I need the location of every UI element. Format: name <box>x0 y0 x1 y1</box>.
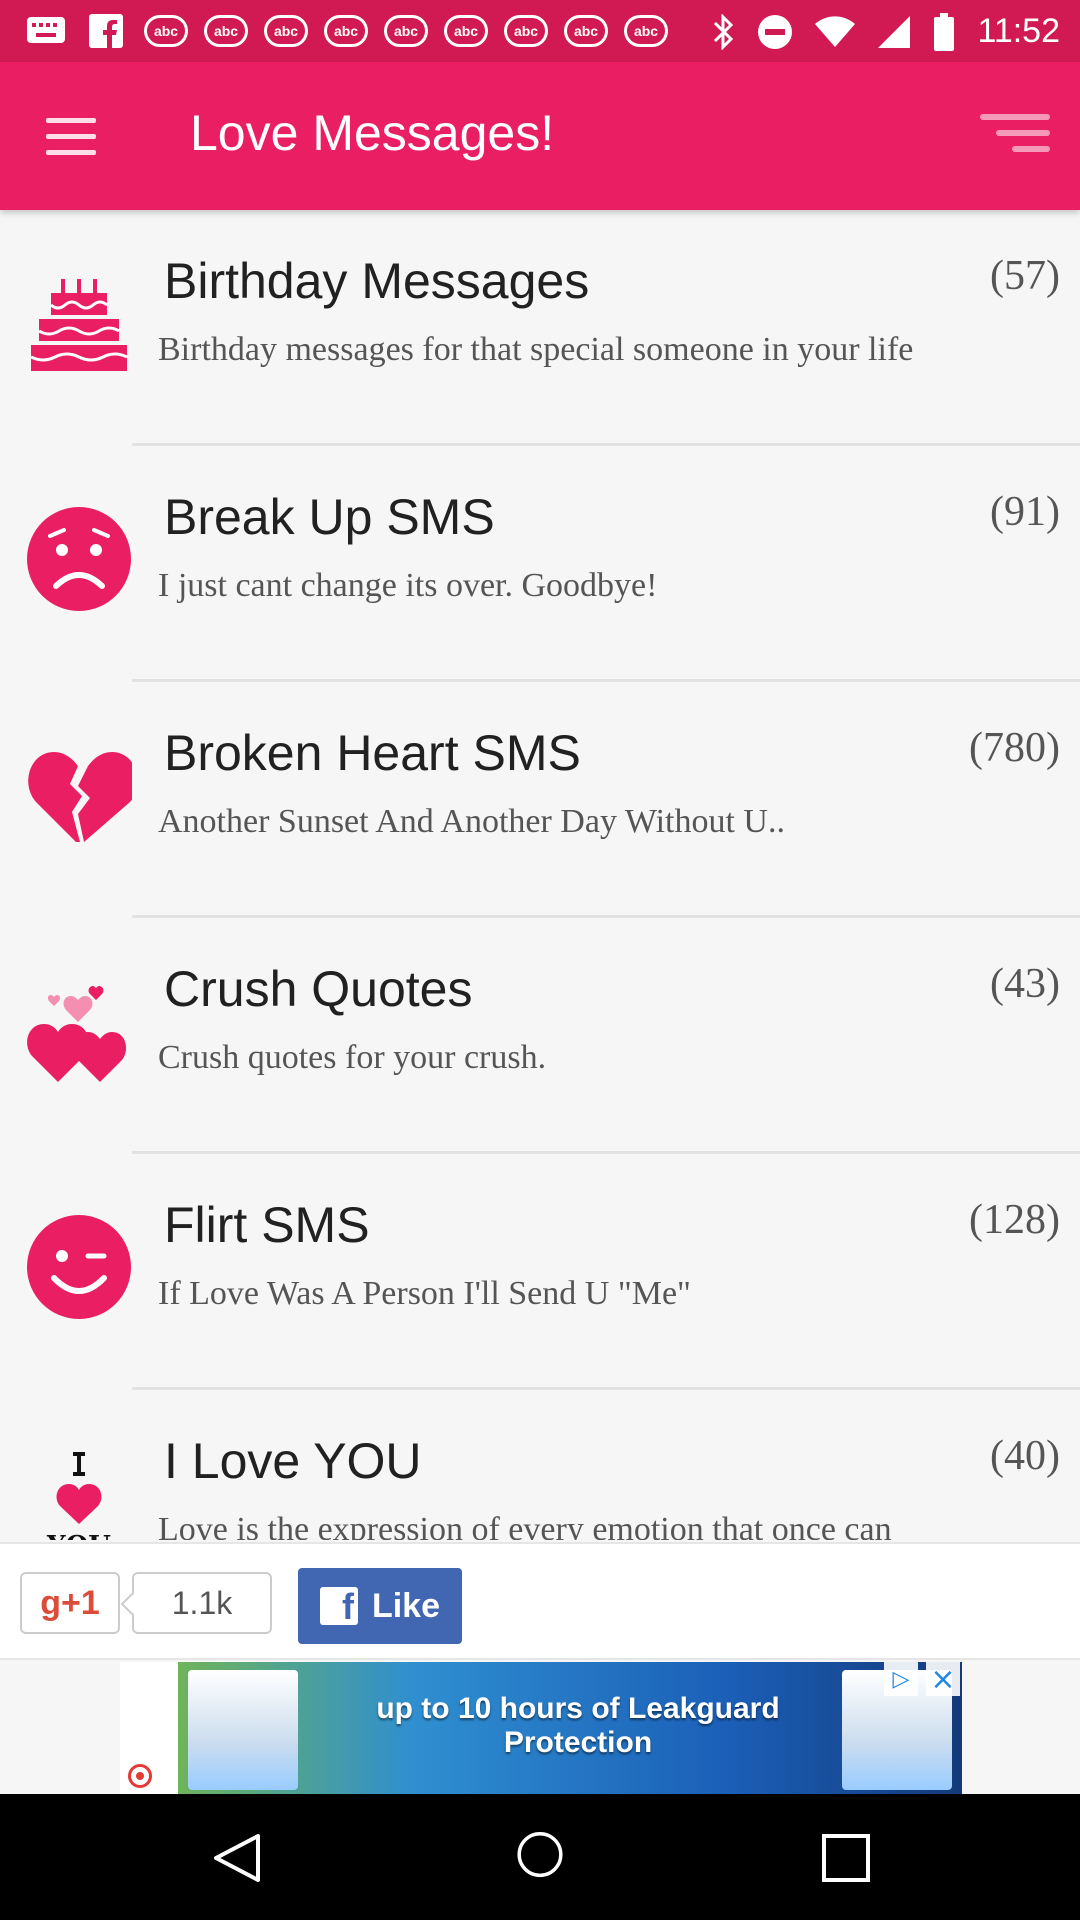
home-icon[interactable] <box>510 1832 570 1884</box>
abc-notification-icon: abc <box>504 15 548 47</box>
list-item-birthday-messages[interactable]: Birthday Messages (57) Birthday messages… <box>0 210 1080 446</box>
abc-notification-icon: abc <box>324 15 368 47</box>
item-count: (780) <box>969 725 1060 771</box>
item-title: Break Up SMS <box>164 489 495 545</box>
birthday-cake-icon <box>26 270 132 376</box>
hamburger-menu-icon[interactable] <box>46 118 98 158</box>
item-title: Crush Quotes <box>164 961 473 1017</box>
clock: 11:52 <box>977 12 1060 50</box>
close-icon[interactable]: × <box>926 1662 960 1697</box>
item-description: I just cant change its over. Goodbye! <box>158 567 658 604</box>
item-count: (43) <box>990 961 1060 1007</box>
ad-indicator-icon <box>128 1764 152 1788</box>
app-bar: Love Messages! <box>0 62 1080 210</box>
item-title: I Love YOU <box>164 1433 422 1489</box>
facebook-icon: f <box>319 1587 358 1625</box>
list-item-break-up-sms[interactable]: Break Up SMS (91) I just cant change its… <box>0 446 1080 682</box>
broken-heart-icon <box>26 742 132 848</box>
ad-banner[interactable]: up to 10 hours of Leakguard Protection ▷… <box>120 1662 962 1794</box>
notification-icons: abc abc abc abc abc abc abc abc abc <box>24 14 668 48</box>
abc-notification-icon: abc <box>444 15 488 47</box>
list-item-flirt-sms[interactable]: Flirt SMS (128) If Love Was A Person I'l… <box>0 1154 1080 1390</box>
item-title: Flirt SMS <box>164 1197 370 1253</box>
google-plus-count: 1.1k <box>132 1572 272 1634</box>
sort-icon[interactable] <box>976 114 1050 162</box>
social-share-bar: g+1 1.1k f Like <box>0 1542 1080 1660</box>
product-image <box>188 1670 298 1790</box>
ad-image[interactable]: up to 10 hours of Leakguard Protection <box>178 1662 962 1794</box>
item-count: (57) <box>990 253 1060 299</box>
facebook-like-label: Like <box>371 1586 441 1625</box>
abc-notification-icon: abc <box>264 15 308 47</box>
battery-icon <box>934 12 955 51</box>
abc-notification-icon: abc <box>624 15 668 47</box>
facebook-icon <box>84 14 128 48</box>
item-description: Another Sunset And Another Day Without U… <box>158 803 785 840</box>
google-plus-button[interactable]: g+1 <box>20 1572 120 1634</box>
abc-notification-icon: abc <box>564 15 608 47</box>
signal-icon <box>878 15 911 48</box>
item-title: Birthday Messages <box>164 253 590 309</box>
item-description: Crush quotes for your crush. <box>158 1039 547 1076</box>
item-description: Love is the expression of every emotion … <box>158 1511 892 1540</box>
recent-apps-icon[interactable] <box>816 1832 876 1884</box>
category-list[interactable]: Birthday Messages (57) Birthday messages… <box>0 210 1080 1540</box>
item-description: If Love Was A Person I'll Send U "Me" <box>158 1275 691 1312</box>
do-not-disturb-icon <box>758 14 793 49</box>
back-icon[interactable] <box>208 1832 268 1884</box>
item-description: Birthday messages for that special someo… <box>158 331 914 368</box>
abc-notification-icon: abc <box>384 15 428 47</box>
wink-face-icon <box>26 1214 132 1320</box>
bluetooth-icon <box>714 13 734 50</box>
abc-notification-icon: abc <box>204 15 248 47</box>
messages-icon <box>24 14 68 48</box>
item-count: (40) <box>990 1433 1060 1479</box>
navigation-bar <box>0 1794 1080 1920</box>
abc-notification-icon: abc <box>144 15 188 47</box>
svg-text:YOU: YOU <box>46 1531 111 1540</box>
ad-choices-icon[interactable]: ▷ <box>884 1662 918 1696</box>
list-item-broken-heart-sms[interactable]: Broken Heart SMS (780) Another Sunset An… <box>0 682 1080 918</box>
ad-text: up to 10 hours of Leakguard Protection <box>376 1692 780 1759</box>
system-status: 11:52 <box>713 12 1060 51</box>
facebook-like-button[interactable]: f Like <box>298 1568 462 1644</box>
page-title: Love Messages! <box>190 105 555 161</box>
item-title: Broken Heart SMS <box>164 725 581 781</box>
hearts-icon <box>26 978 132 1084</box>
sad-face-icon <box>26 506 132 612</box>
item-count: (128) <box>969 1197 1060 1243</box>
list-item-i-love-you[interactable]: YOU I Love YOU (40) Love is the expressi… <box>0 1390 1080 1540</box>
item-count: (91) <box>990 489 1060 535</box>
status-bar: abc abc abc abc abc abc abc abc abc 11:5… <box>0 0 1080 62</box>
wifi-icon <box>815 15 856 47</box>
i-love-you-icon: YOU <box>26 1450 132 1540</box>
list-item-crush-quotes[interactable]: Crush Quotes (43) Crush quotes for your … <box>0 918 1080 1154</box>
